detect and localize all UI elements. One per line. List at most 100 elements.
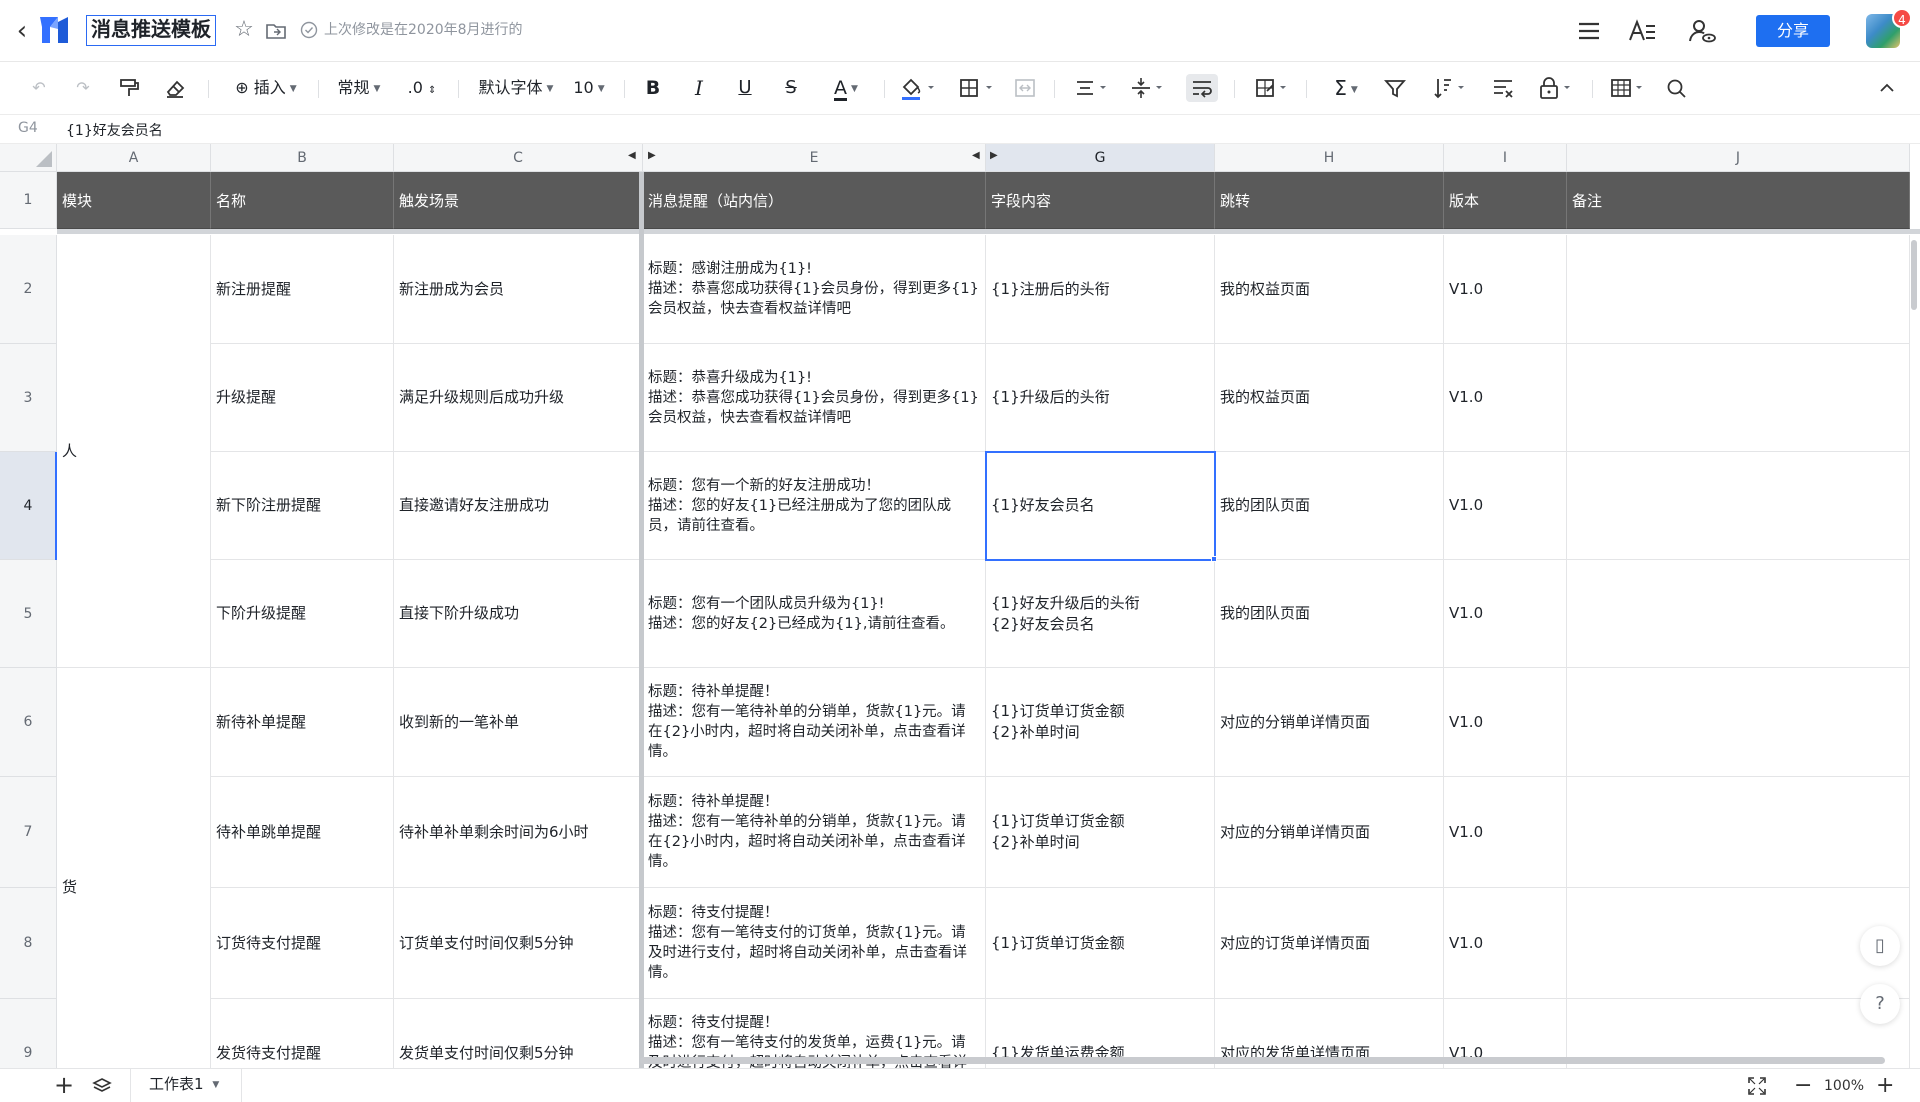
column-header-h[interactable]: H [1215,144,1444,172]
vertical-scrollbar[interactable] [1911,240,1917,310]
version-cell[interactable]: V1.0 [1444,888,1567,999]
column-header-c[interactable]: C [394,144,643,172]
row-header[interactable]: 8 [0,888,57,999]
cell-reference[interactable]: G4 [18,120,38,136]
fields-cell[interactable]: {1}升级后的头衔 [986,344,1215,452]
formula-input[interactable]: {1}好友会员名 [66,120,163,140]
font-family-dropdown[interactable]: 默认字体 ▼ [474,74,558,102]
column-header-g[interactable]: G [986,144,1215,172]
font-color-icon[interactable]: A ▼ [824,74,868,102]
header-cell[interactable]: 备注 [1567,172,1910,229]
trigger-cell[interactable]: 发货单支付时间仅剩5分钟 [394,999,643,1068]
header-cell[interactable]: 模块 [57,172,211,229]
sum-icon[interactable]: Σ ▼ [1326,74,1366,102]
trigger-cell[interactable]: 收到新的一笔补单 [394,668,643,777]
filter-icon[interactable] [1382,74,1408,102]
column-header-a[interactable]: A [57,144,211,172]
fields-cell[interactable]: {1}订货单订货金额 {2}补单时间 [986,668,1215,777]
version-cell[interactable]: V1.0 [1444,777,1567,888]
note-cell[interactable] [1567,235,1910,344]
module-cell-goods[interactable]: 货 [57,668,211,1068]
note-cell[interactable] [1567,888,1910,999]
trigger-cell[interactable]: 新注册成为会员 [394,235,643,344]
row-header[interactable]: 1 [0,172,57,229]
header-cell[interactable]: 触发场景 [394,172,643,229]
trigger-cell[interactable]: 待补单补单剩余时间为6小时 [394,777,643,888]
trigger-cell[interactable]: 满足升级规则后成功升级 [394,344,643,452]
version-cell[interactable]: V1.0 [1444,560,1567,668]
trigger-cell[interactable]: 直接邀请好友注册成功 [394,452,643,560]
table-view-icon[interactable] [1608,74,1648,102]
jump-cell[interactable]: 我的权益页面 [1215,235,1444,344]
row-header[interactable]: 2 [0,235,57,344]
active-cell-selection[interactable] [985,451,1216,561]
header-cell[interactable]: 跳转 [1215,172,1444,229]
merge-cells-icon[interactable] [1012,74,1038,102]
mobile-preview-icon[interactable]: ▯ [1860,926,1900,966]
format-painter-icon[interactable] [116,74,142,102]
name-cell[interactable]: 下阶升级提醒 [211,560,394,668]
italic-icon[interactable]: I [686,74,712,102]
protect-lock-icon[interactable] [1536,74,1576,102]
note-cell[interactable] [1567,344,1910,452]
message-cell[interactable]: 标题：您有一个新的好友注册成功！ 描述：您的好友{1}已经注册成为了您的团队成员… [643,452,986,560]
sheet-list-icon[interactable] [92,1076,112,1096]
fields-cell[interactable]: {1}订货单订货金额 {2}补单时间 [986,777,1215,888]
hidden-column-d-divider[interactable] [639,172,644,1068]
header-cell[interactable]: 消息提醒（站内信） [643,172,986,229]
version-cell[interactable]: V1.0 [1444,344,1567,452]
fill-color-icon[interactable] [898,74,938,102]
message-cell[interactable]: 标题：您有一个团队成员升级为{1}! 描述：您的好友{2}已经成为{1},请前往… [643,560,986,668]
search-icon[interactable] [1664,74,1690,102]
eraser-icon[interactable] [162,74,188,102]
bold-icon[interactable]: B [640,74,666,102]
back-icon[interactable]: ‹ [10,16,34,46]
strikethrough-icon[interactable]: S [778,74,804,102]
underline-icon[interactable]: U [732,74,758,102]
vertical-align-icon[interactable] [1128,74,1168,102]
horizontal-scrollbar[interactable] [640,1057,1885,1064]
header-cell[interactable]: 名称 [211,172,394,229]
redo-icon[interactable]: ↷ [70,74,96,102]
app-logo-icon[interactable] [36,13,72,47]
data-validation-icon[interactable] [1490,74,1516,102]
name-cell[interactable]: 发货待支付提醒 [211,999,394,1068]
star-icon[interactable]: ☆ [230,16,258,44]
header-cell[interactable]: 版本 [1444,172,1567,229]
jump-cell[interactable]: 我的权益页面 [1215,344,1444,452]
fields-cell[interactable]: {1}注册后的头衔 [986,235,1215,344]
collaborator-icon[interactable] [1686,16,1718,46]
undo-icon[interactable]: ↶ [26,74,52,102]
jump-cell[interactable]: 我的团队页面 [1215,452,1444,560]
horizontal-align-icon[interactable] [1072,74,1112,102]
name-cell[interactable]: 新下阶注册提醒 [211,452,394,560]
message-cell[interactable]: 标题：待补单提醒！ 描述：您有一笔待补单的分销单，货款{1}元。请在{2}小时内… [643,668,986,777]
move-folder-icon[interactable] [262,17,290,45]
decimal-places-stepper[interactable]: .0 ⇕ [402,74,442,102]
message-cell[interactable]: 标题：待补单提醒！ 描述：您有一笔待补单的分销单，货款{1}元。请在{2}小时内… [643,777,986,888]
zoom-out-icon[interactable]: − [1794,1075,1812,1097]
font-size-dropdown[interactable]: 10 ▼ [570,74,608,102]
jump-cell[interactable]: 对应的分销单详情页面 [1215,668,1444,777]
column-header-j[interactable]: J [1567,144,1910,172]
collapse-toolbar-icon[interactable] [1874,74,1900,102]
name-cell[interactable]: 新待补单提醒 [211,668,394,777]
fields-cell[interactable]: {1}好友升级后的头衔 {2}好友会员名 [986,560,1215,668]
zoom-level[interactable]: 100% [1824,1075,1864,1097]
borders-icon[interactable] [956,74,996,102]
sort-icon[interactable] [1430,74,1470,102]
name-cell[interactable]: 升级提醒 [211,344,394,452]
share-button[interactable]: 分享 [1756,15,1830,47]
conditional-format-icon[interactable] [1252,74,1292,102]
fields-cell[interactable]: {1}订货单订货金额 [986,888,1215,999]
version-cell[interactable]: V1.0 [1444,235,1567,344]
hidden-column-marker[interactable]: ▶ [648,150,656,161]
trigger-cell[interactable]: 订货单支付时间仅剩5分钟 [394,888,643,999]
column-header-e[interactable]: E [643,144,986,172]
note-cell[interactable] [1567,560,1910,668]
row-header[interactable]: 3 [0,344,57,452]
column-header-b[interactable]: B [211,144,394,172]
text-style-icon[interactable] [1626,16,1658,46]
sheet-tab[interactable]: 工作表1 ▼ [130,1069,242,1102]
trigger-cell[interactable]: 直接下阶升级成功 [394,560,643,668]
